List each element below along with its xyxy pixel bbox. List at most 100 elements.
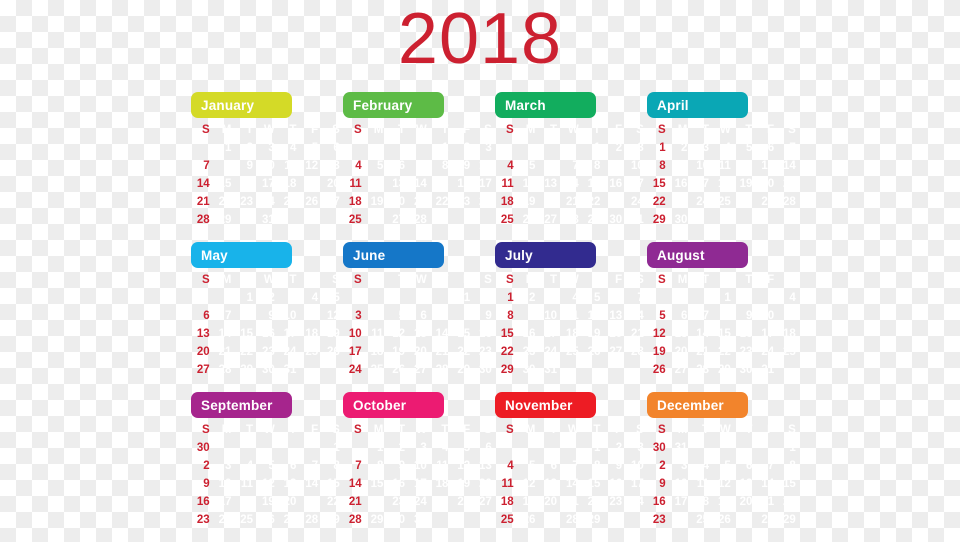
day-cell[interactable]: 10 bbox=[755, 307, 777, 325]
month-header[interactable]: March bbox=[495, 92, 596, 118]
day-cell[interactable]: 26 bbox=[386, 361, 408, 379]
day-cell[interactable]: 17 bbox=[256, 175, 278, 193]
day-cell[interactable]: 21 bbox=[777, 175, 799, 193]
day-cell[interactable]: 29 bbox=[777, 511, 799, 529]
day-cell[interactable]: 21 bbox=[299, 493, 321, 511]
day-cell[interactable]: 28 bbox=[560, 211, 582, 229]
day-cell[interactable]: 1 bbox=[430, 139, 452, 157]
day-cell[interactable]: 8 bbox=[495, 307, 517, 325]
day-cell[interactable]: 19 bbox=[582, 325, 604, 343]
day-cell[interactable]: 8 bbox=[213, 157, 235, 175]
day-cell[interactable]: 16 bbox=[669, 175, 691, 193]
day-cell[interactable]: 22 bbox=[582, 193, 604, 211]
day-cell[interactable]: 12 bbox=[321, 307, 343, 325]
day-cell[interactable]: 23 bbox=[517, 343, 539, 361]
day-cell[interactable]: 11 bbox=[777, 307, 799, 325]
day-cell[interactable]: 15 bbox=[495, 325, 517, 343]
day-cell[interactable]: 24 bbox=[690, 193, 712, 211]
day-cell[interactable]: 5 bbox=[451, 439, 473, 457]
day-cell[interactable]: 24 bbox=[538, 343, 560, 361]
day-cell[interactable]: 16 bbox=[603, 175, 625, 193]
day-cell[interactable]: 30 bbox=[603, 211, 625, 229]
day-cell[interactable]: 22 bbox=[495, 343, 517, 361]
day-cell[interactable]: 27 bbox=[473, 493, 495, 511]
day-cell[interactable]: 17 bbox=[625, 475, 647, 493]
day-cell[interactable]: 9 bbox=[451, 157, 473, 175]
day-cell[interactable]: 22 bbox=[365, 493, 387, 511]
day-cell[interactable]: 21 bbox=[560, 493, 582, 511]
day-cell[interactable]: 15 bbox=[430, 175, 452, 193]
day-cell[interactable]: 22 bbox=[582, 493, 604, 511]
day-cell[interactable]: 2 bbox=[603, 139, 625, 157]
day-cell[interactable]: 3 bbox=[625, 439, 647, 457]
day-cell[interactable]: 20 bbox=[669, 343, 691, 361]
day-cell[interactable]: 18 bbox=[299, 325, 321, 343]
day-cell[interactable]: 14 bbox=[560, 475, 582, 493]
day-cell[interactable]: 8 bbox=[365, 457, 387, 475]
day-cell[interactable]: 19 bbox=[517, 493, 539, 511]
day-cell[interactable]: 14 bbox=[690, 325, 712, 343]
day-cell[interactable]: 6 bbox=[321, 139, 343, 157]
day-cell[interactable]: 14 bbox=[191, 175, 213, 193]
day-cell[interactable]: 13 bbox=[603, 307, 625, 325]
day-cell[interactable]: 4 bbox=[278, 139, 300, 157]
day-cell[interactable]: 2 bbox=[517, 289, 539, 307]
day-cell[interactable]: 19 bbox=[451, 475, 473, 493]
day-cell[interactable]: 31 bbox=[625, 211, 647, 229]
day-cell[interactable]: 22 bbox=[777, 493, 799, 511]
day-cell[interactable]: 12 bbox=[256, 475, 278, 493]
day-cell[interactable]: 19 bbox=[386, 343, 408, 361]
day-cell[interactable]: 5 bbox=[299, 139, 321, 157]
day-cell[interactable]: 5 bbox=[365, 157, 387, 175]
day-cell[interactable]: 3 bbox=[755, 289, 777, 307]
day-cell[interactable]: 3 bbox=[343, 307, 365, 325]
day-cell[interactable]: 12 bbox=[712, 475, 734, 493]
day-cell[interactable]: 10 bbox=[625, 157, 647, 175]
day-cell[interactable]: 8 bbox=[451, 307, 473, 325]
day-cell[interactable]: 2 bbox=[647, 457, 669, 475]
day-cell[interactable]: 28 bbox=[343, 511, 365, 529]
day-cell[interactable]: 31 bbox=[755, 361, 777, 379]
month-header[interactable]: July bbox=[495, 242, 596, 268]
day-cell[interactable]: 12 bbox=[299, 157, 321, 175]
day-cell[interactable]: 5 bbox=[734, 139, 756, 157]
day-cell[interactable]: 15 bbox=[213, 175, 235, 193]
day-cell[interactable]: 28 bbox=[690, 361, 712, 379]
day-cell[interactable]: 2 bbox=[256, 289, 278, 307]
day-cell[interactable]: 23 bbox=[234, 193, 256, 211]
day-cell[interactable]: 11 bbox=[560, 307, 582, 325]
day-cell[interactable]: 3 bbox=[256, 139, 278, 157]
day-cell[interactable]: 10 bbox=[278, 307, 300, 325]
day-cell[interactable]: 13 bbox=[386, 175, 408, 193]
day-cell[interactable]: 9 bbox=[191, 475, 213, 493]
day-cell[interactable]: 25 bbox=[777, 343, 799, 361]
month-header[interactable]: February bbox=[343, 92, 444, 118]
day-cell[interactable]: 2 bbox=[669, 139, 691, 157]
day-cell[interactable]: 9 bbox=[603, 157, 625, 175]
day-cell[interactable]: 24 bbox=[343, 361, 365, 379]
day-cell[interactable]: 27 bbox=[321, 193, 343, 211]
day-cell[interactable]: 25 bbox=[560, 343, 582, 361]
day-cell[interactable]: 17 bbox=[538, 325, 560, 343]
day-cell[interactable]: 23 bbox=[451, 193, 473, 211]
day-cell[interactable]: 16 bbox=[386, 475, 408, 493]
day-cell[interactable]: 26 bbox=[517, 211, 539, 229]
day-cell[interactable]: 24 bbox=[278, 343, 300, 361]
day-cell[interactable]: 15 bbox=[321, 475, 343, 493]
day-cell[interactable]: 6 bbox=[734, 457, 756, 475]
day-cell[interactable]: 27 bbox=[386, 211, 408, 229]
day-cell[interactable]: 10 bbox=[690, 157, 712, 175]
day-cell[interactable]: 29 bbox=[582, 211, 604, 229]
day-cell[interactable]: 9 bbox=[603, 457, 625, 475]
day-cell[interactable]: 24 bbox=[473, 193, 495, 211]
day-cell[interactable]: 23 bbox=[603, 493, 625, 511]
day-cell[interactable]: 17 bbox=[755, 325, 777, 343]
day-cell[interactable]: 14 bbox=[213, 325, 235, 343]
day-cell[interactable]: 8 bbox=[582, 157, 604, 175]
day-cell[interactable]: 4 bbox=[234, 457, 256, 475]
day-cell[interactable]: 4 bbox=[712, 139, 734, 157]
day-cell[interactable]: 6 bbox=[538, 457, 560, 475]
day-cell[interactable]: 25 bbox=[365, 361, 387, 379]
day-cell[interactable]: 11 bbox=[278, 157, 300, 175]
day-cell[interactable]: 17 bbox=[213, 493, 235, 511]
